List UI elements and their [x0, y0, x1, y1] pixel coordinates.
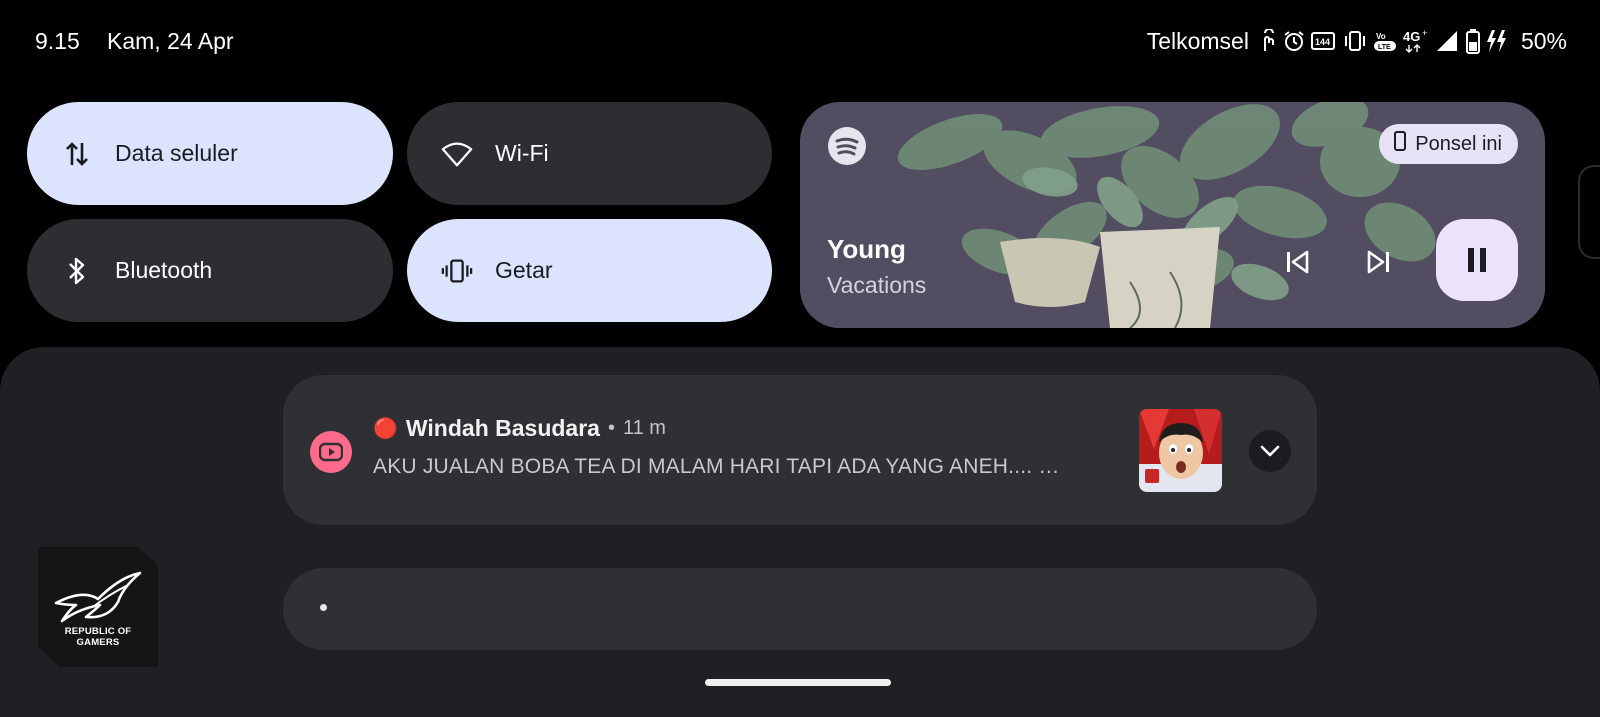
tile-bluetooth[interactable]: Bluetooth: [27, 219, 393, 322]
pause-icon: [1468, 248, 1486, 272]
separator: •: [607, 417, 615, 439]
notification-text: AKU JUALAN BOBA TEA DI MALAM HARI TAPI A…: [373, 455, 1060, 478]
volte-icon: Vo LTE: [1373, 29, 1397, 53]
dot-indicator: [320, 604, 327, 611]
youtube-icon: [310, 431, 352, 473]
notification-header: 🔴 Windah Basudara • 11 m: [373, 415, 666, 442]
hand-gesture-icon: [1259, 29, 1277, 53]
live-dot-emoji: 🔴: [373, 418, 398, 440]
tile-mobile-data[interactable]: Data seluler: [27, 102, 393, 205]
battery-icon: [1465, 28, 1481, 54]
svg-text:144: 144: [1315, 37, 1330, 47]
wifi-icon: [441, 138, 473, 170]
phone-icon: [1393, 131, 1407, 157]
pause-button[interactable]: [1436, 219, 1518, 301]
rog-logo: REPUBLIC OF GAMERS: [38, 547, 158, 667]
spotify-icon[interactable]: [827, 126, 867, 166]
chevron-down-icon: [1260, 445, 1280, 457]
tile-label: Bluetooth: [115, 257, 213, 283]
charging-icon: [1486, 28, 1509, 54]
status-time: 9.15: [35, 28, 80, 54]
rog-text-line1: REPUBLIC OF: [64, 626, 132, 637]
media-player[interactable]: Ponsel ini Young Vacations: [800, 102, 1545, 328]
battery-percent: 50%: [1520, 27, 1567, 54]
carrier-name: Telkomsel: [1146, 27, 1249, 54]
refresh-rate-icon: 144: [1310, 30, 1337, 52]
network-4g-icon: 4G +: [1403, 28, 1429, 54]
notification-title: Windah Basudara: [405, 415, 600, 441]
home-indicator[interactable]: [705, 679, 891, 686]
side-panel-handle[interactable]: [1578, 165, 1600, 259]
previous-icon: [1287, 250, 1309, 274]
next-icon: [1367, 250, 1389, 274]
previous-button[interactable]: [1278, 242, 1318, 282]
alarm-icon: [1283, 30, 1305, 52]
svg-text:4G: 4G: [1403, 29, 1420, 44]
status-date: Kam, 24 Apr: [107, 28, 234, 54]
notification-time: 11 m: [622, 417, 666, 439]
vibrate-icon: [441, 255, 473, 287]
status-bar: 9.15 Kam, 24 Apr Telkomsel 144 Vo LTE 4G +: [0, 0, 1600, 84]
video-thumbnail[interactable]: [1139, 409, 1222, 492]
youtube-notification[interactable]: 🔴 Windah Basudara • 11 m AKU JUALAN BOBA…: [283, 375, 1317, 525]
tile-label: Wi-Fi: [495, 140, 549, 166]
output-device-chip[interactable]: Ponsel ini: [1379, 124, 1518, 164]
tile-label: Data seluler: [115, 140, 238, 166]
tile-vibrate[interactable]: Getar: [407, 219, 772, 322]
output-device-label: Ponsel ini: [1415, 132, 1502, 155]
vibrate-icon: [1343, 30, 1367, 52]
signal-icon: [1435, 29, 1459, 53]
tile-label: Getar: [495, 257, 553, 283]
svg-text:LTE: LTE: [1378, 44, 1391, 51]
bluetooth-icon: [61, 255, 93, 287]
status-icons: Telkomsel 144 Vo LTE 4G + 50%: [1147, 26, 1567, 56]
svg-text:Vo: Vo: [1376, 32, 1386, 41]
track-title: Young: [827, 234, 906, 264]
empty-notification-card[interactable]: [283, 568, 1317, 650]
next-button[interactable]: [1358, 242, 1398, 282]
rog-text-line2: GAMERS: [76, 637, 120, 648]
mobile-data-icon: [61, 138, 93, 170]
svg-text:+: +: [1422, 28, 1427, 38]
expand-button[interactable]: [1249, 430, 1291, 472]
track-artist: Vacations: [827, 272, 927, 298]
tile-wifi[interactable]: Wi-Fi: [407, 102, 772, 205]
